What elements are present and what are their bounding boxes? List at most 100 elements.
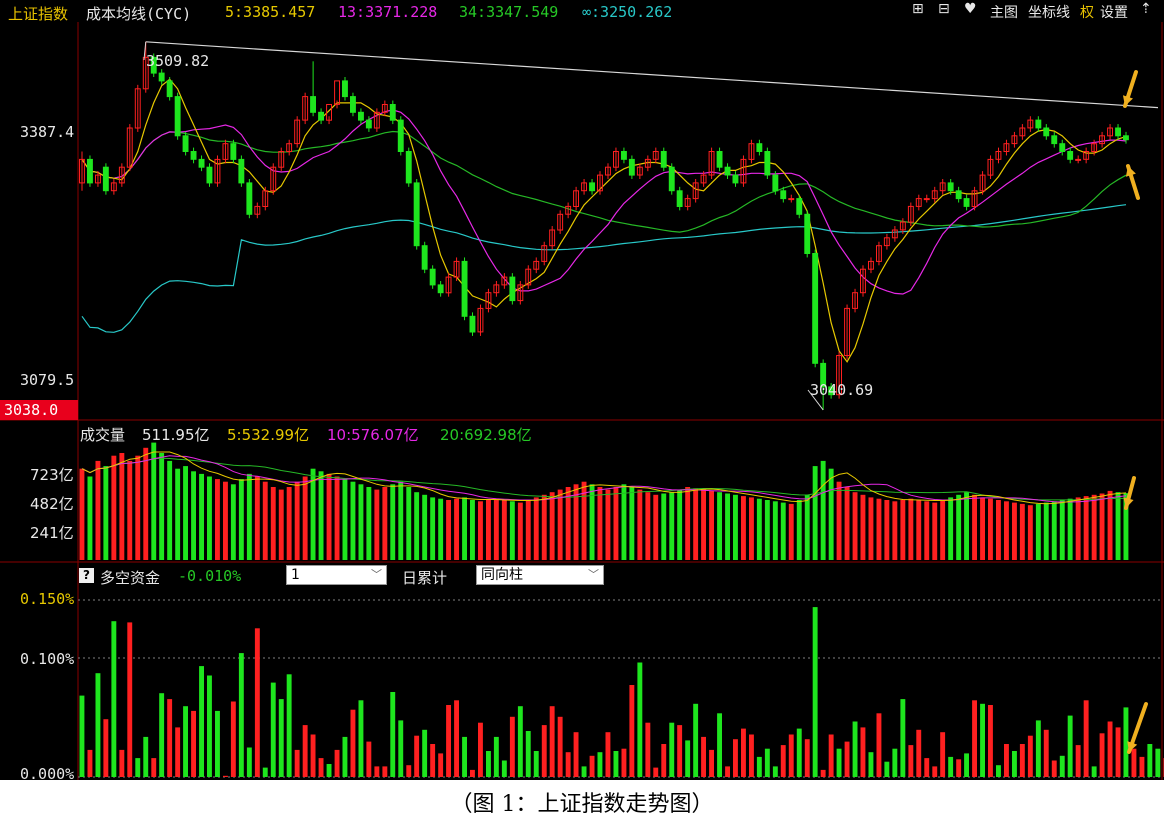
candle-body: [589, 182, 595, 192]
volume-bar: [541, 494, 547, 560]
candle-body: [365, 119, 372, 129]
flow-bar: [884, 761, 890, 777]
flow-bar: [788, 734, 794, 777]
flow-tick-2: 0.100%: [20, 650, 75, 668]
volume-value: 511.95亿: [142, 426, 210, 444]
volume-bar: [119, 453, 125, 560]
flow-bar: [501, 760, 507, 777]
flow-bar: [733, 739, 738, 777]
chart-canvas[interactable]: [0, 0, 1164, 780]
flow-bar: [366, 741, 372, 777]
flow-bar: [860, 727, 866, 777]
favorite-heart-icon[interactable]: ♥: [964, 1, 977, 17]
flow-bar: [780, 745, 786, 777]
low-annotation: 3040.69: [810, 381, 874, 399]
flow-bar: [581, 766, 587, 777]
flow-bar: [772, 766, 778, 777]
flow-bar: [390, 692, 396, 777]
flow-value: -0.010%: [178, 567, 242, 585]
flow-bar: [509, 716, 515, 777]
volume-bar: [87, 476, 93, 560]
volume-bar: [478, 501, 483, 560]
volume-bar: [191, 471, 196, 560]
flow-tick-1: 0.150%: [20, 590, 75, 608]
rights-button[interactable]: 权: [1080, 2, 1094, 22]
bar-mode-select[interactable]: 同向柱 ﹀: [476, 565, 604, 585]
volume-bar: [820, 460, 826, 560]
candle-body: [437, 284, 444, 294]
flow-bar: [470, 769, 475, 777]
zoom-in-icon[interactable]: ⊞: [912, 1, 924, 17]
flow-bar: [1083, 700, 1089, 777]
volume-bar: [167, 460, 173, 560]
volume-bar: [597, 487, 603, 560]
volume-bar: [95, 460, 101, 560]
candle-body: [461, 260, 468, 317]
volume-bar: [1043, 502, 1049, 560]
volume-bar: [653, 494, 659, 560]
flow-bar: [87, 749, 93, 777]
volume-bar: [111, 455, 117, 560]
volume-bar: [151, 442, 157, 560]
candle-body: [788, 198, 795, 201]
ma5-line: [81, 78, 1127, 363]
figure-caption: （图 1：上证指数走势图）: [450, 792, 714, 817]
volume-bar: [629, 487, 635, 560]
volume-bar: [677, 489, 683, 560]
collapse-up-icon[interactable]: ⇡: [1140, 1, 1152, 17]
candle-body: [318, 111, 325, 121]
volume-bar: [430, 497, 436, 560]
flow-bar: [422, 729, 428, 777]
axis-line-button[interactable]: 坐标线: [1028, 2, 1070, 22]
volume-bar: [493, 498, 499, 560]
volume-bar: [199, 473, 204, 560]
volume-bar: [549, 492, 555, 560]
volume-bar: [693, 488, 699, 560]
volume-bar: [1035, 503, 1041, 560]
flow-bar: [223, 775, 228, 777]
flow-bar: [199, 666, 204, 777]
candle-body: [358, 111, 364, 121]
flow-bar: [230, 701, 236, 777]
flow-bar: [1075, 745, 1081, 777]
flow-bar: [493, 736, 499, 777]
flow-bar: [1067, 715, 1073, 777]
flow-bar: [486, 751, 491, 777]
candle-body: [668, 166, 675, 192]
volume-bar: [278, 489, 284, 560]
main-chart-button[interactable]: 主图: [990, 2, 1018, 22]
flow-bar: [972, 700, 977, 777]
flow-bar: [215, 710, 220, 777]
volume-bar: [788, 503, 794, 560]
zoom-out-icon[interactable]: ⊟: [938, 1, 950, 17]
flow-bar: [95, 673, 101, 777]
flow-bar: [725, 766, 730, 777]
index-name: 上证指数: [8, 5, 69, 23]
flow-bar: [900, 699, 906, 777]
candle-body: [1035, 119, 1042, 129]
flow-bar: [828, 734, 834, 777]
settings-button[interactable]: 设置: [1100, 2, 1128, 22]
volume-bar: [238, 479, 244, 560]
candle-body: [756, 143, 763, 152]
period-select[interactable]: 1 ﹀: [286, 565, 387, 585]
flow-bar: [597, 752, 603, 777]
flow-bar: [334, 749, 340, 777]
volume-bar: [230, 484, 236, 560]
candle-body: [87, 158, 93, 184]
flow-bar: [996, 765, 1001, 777]
candle-body: [1043, 127, 1050, 137]
volume-bar: [143, 447, 149, 560]
flow-bar: [1012, 751, 1017, 777]
volume-bar: [940, 500, 946, 560]
volume-bar: [836, 481, 842, 560]
flow-bar: [988, 705, 993, 777]
volume-bar: [1059, 500, 1065, 560]
flow-bar: [812, 607, 818, 777]
help-icon[interactable]: ?: [79, 568, 94, 583]
volume-bar: [852, 492, 858, 560]
volume-bar: [1083, 496, 1089, 560]
flow-bar: [374, 766, 380, 777]
volume-ma10: 10:576.07亿: [327, 426, 419, 444]
indicator-name[interactable]: 成本均线(CYC): [86, 3, 191, 24]
